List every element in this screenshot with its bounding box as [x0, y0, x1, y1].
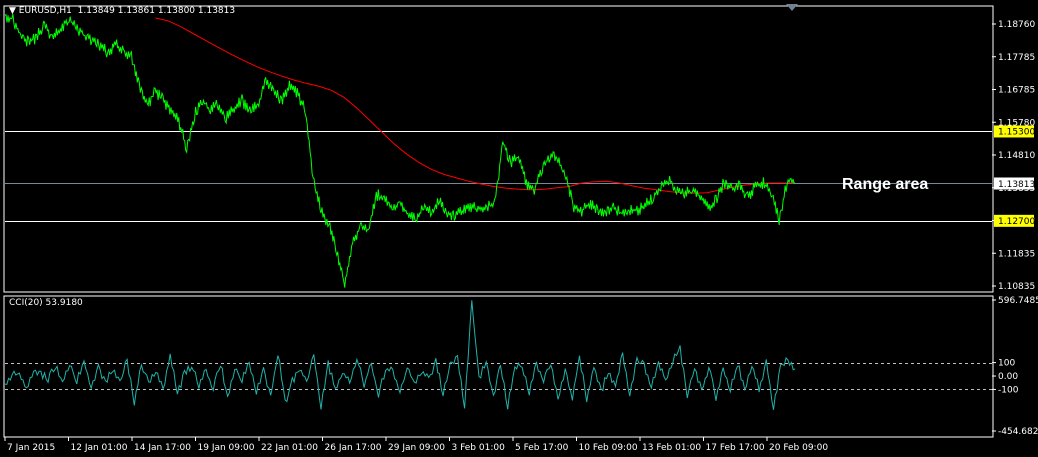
ohlc-values: 1.13849 1.13861 1.13800 1.13813: [77, 6, 236, 16]
dropdown-triangle-icon[interactable]: ▼: [9, 6, 19, 16]
x-tick-label: 17 Feb 17:00: [706, 443, 765, 453]
x-tick-label: 20 Feb 09:00: [769, 443, 828, 453]
price-line: [4, 13, 796, 288]
cci-tick-label: -100: [998, 385, 1019, 395]
x-tick-label: 13 Feb 01:00: [642, 443, 701, 453]
shift-marker-icon: [786, 4, 798, 11]
cci-tick-label: 0.00: [998, 372, 1018, 382]
current-price-label: 1.13813: [998, 180, 1035, 190]
symbol-label: EURUSD,H1: [18, 6, 72, 16]
price-series: [4, 13, 796, 288]
moving-average: [155, 17, 795, 194]
y-tick-label: 1.11835: [998, 249, 1035, 259]
y-tick-label: 1.17785: [998, 53, 1035, 63]
ma-line: [155, 17, 795, 194]
price-panel-frame: [3, 5, 994, 293]
y-tick-label: 1.18760: [998, 20, 1035, 30]
x-tick-label: 14 Jan 17:00: [134, 443, 191, 453]
chart-header: ▼ EURUSD,H1 1.13849 1.13861 1.13800 1.13…: [9, 6, 235, 16]
y-tick-label: 1.16785: [998, 86, 1035, 96]
x-tick-label: 22 Jan 01:00: [261, 443, 318, 453]
x-tick-label: 3 Feb 01:00: [452, 443, 506, 453]
cci-tick-label: 596.7485: [998, 296, 1038, 306]
x-tick-label: 5 Feb 17:00: [515, 443, 569, 453]
level-label: 1.12700: [998, 217, 1035, 227]
cci-series: [4, 300, 796, 410]
cci-header: CCI(20) 53.9180: [9, 298, 83, 308]
x-tick-label: 26 Jan 17:00: [325, 443, 382, 453]
x-tick-label: 19 Jan 09:00: [198, 443, 255, 453]
x-tick-label: 10 Feb 09:00: [579, 443, 638, 453]
range-area-annotation: Range area: [842, 176, 929, 193]
y-tick-label: 1.14810: [998, 151, 1035, 161]
y-tick-label: 1.10835: [998, 282, 1035, 292]
level-label: 1.15300: [998, 127, 1035, 137]
x-tick-label: 12 Jan 01:00: [71, 443, 128, 453]
y-axis: 1.187601.177851.167851.157801.148101.138…: [992, 20, 1038, 437]
x-axis: 7 Jan 2015 12 Jan 01:00 14 Jan 17:00 19 Jan…: [4, 437, 828, 453]
cci-tick-label: 100: [998, 359, 1015, 369]
x-tick-label: 29 Jan 09:00: [388, 443, 445, 453]
chart-canvas: 1.187601.177851.167851.157801.148101.138…: [3, 4, 1038, 453]
level-lines: [5, 131, 992, 390]
cci-tick-label: -454.6828: [998, 427, 1038, 437]
cci-line: [4, 300, 796, 410]
x-tick-label: 7 Jan 2015: [7, 443, 55, 453]
cci-panel-frame: [3, 295, 994, 438]
